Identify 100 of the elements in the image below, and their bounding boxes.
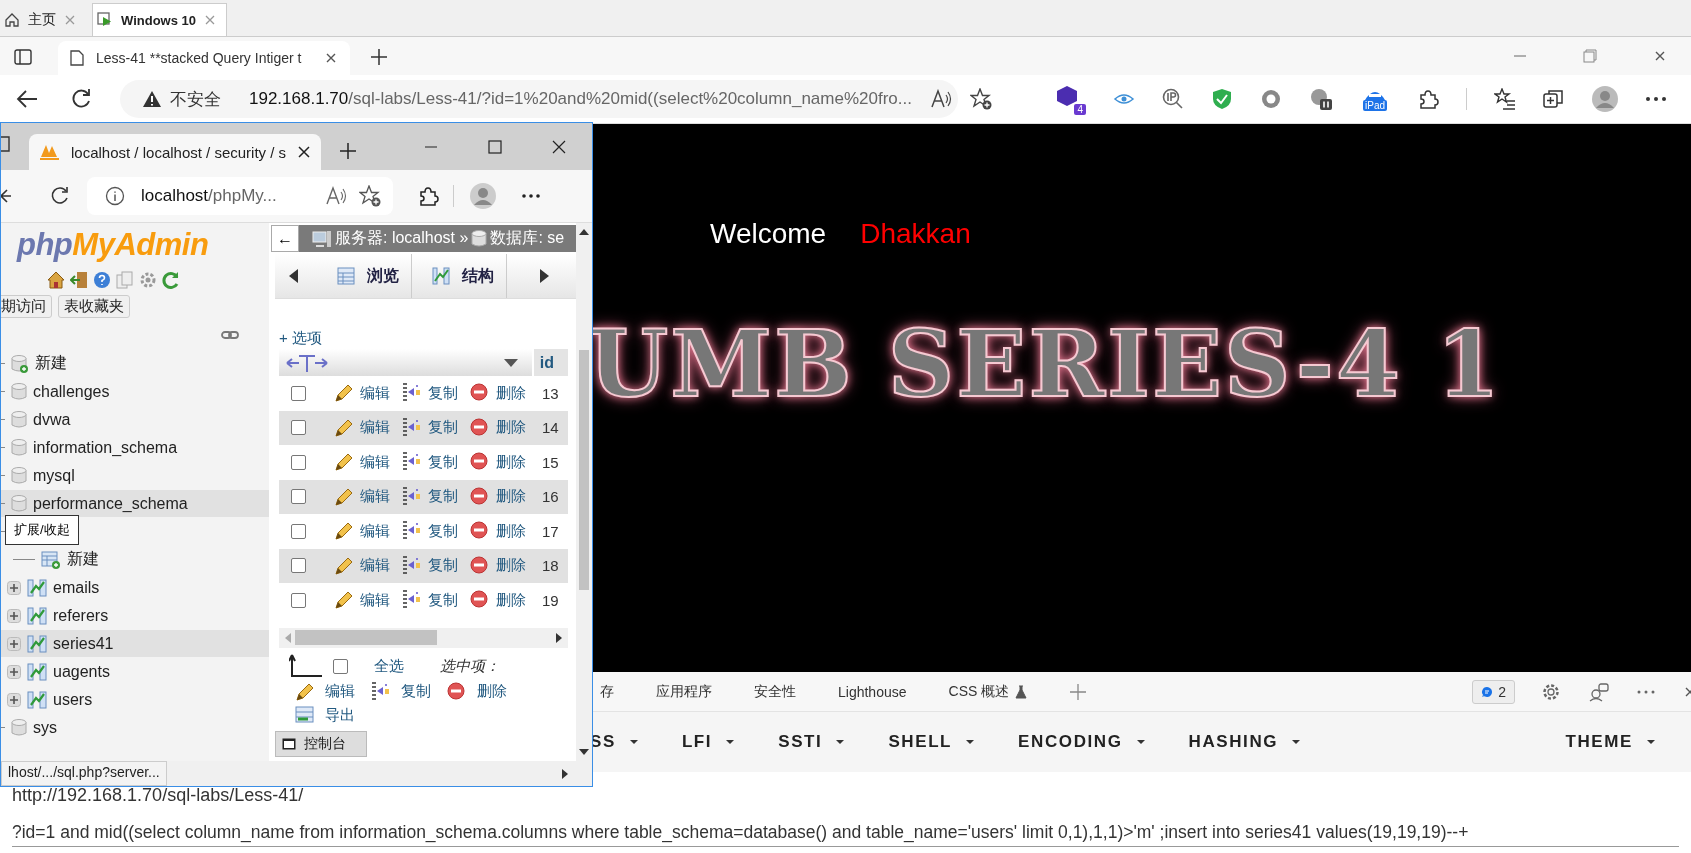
address-field[interactable]: localhost/phpMy... <box>87 177 393 215</box>
refresh-icon[interactable] <box>70 88 92 110</box>
export-link[interactable]: 导出 <box>325 705 355 725</box>
copy-link[interactable]: 复制 <box>428 590 458 610</box>
tree-item[interactable]: users <box>53 690 93 709</box>
puzzle-icon[interactable] <box>417 185 439 207</box>
favorites-icon[interactable] <box>1494 88 1516 110</box>
copy-link[interactable]: 复制 <box>428 487 458 507</box>
edit-icon[interactable] <box>334 383 354 404</box>
sort-caret-icon[interactable] <box>503 358 518 367</box>
column-header[interactable]: id <box>531 349 568 376</box>
edit-link[interactable]: 编辑 <box>360 556 390 576</box>
edit-icon[interactable] <box>334 417 354 438</box>
row-checkbox[interactable] <box>291 523 306 539</box>
column-resize-icon[interactable] <box>285 352 329 373</box>
extension-icon[interactable]: 4 <box>1054 83 1086 115</box>
devtools-tab[interactable]: CSS 概述 <box>948 682 1028 701</box>
edit-link[interactable]: 编辑 <box>360 590 390 610</box>
copy-link[interactable]: 复制 <box>428 383 458 403</box>
row-checkbox[interactable] <box>291 385 306 401</box>
hackbar-menu[interactable]: ENCODING <box>1018 732 1145 752</box>
tree-row-highlight[interactable]: series41 <box>1 630 269 657</box>
delete-icon[interactable] <box>470 417 490 438</box>
logout-icon[interactable] <box>70 271 88 289</box>
close-icon[interactable] <box>324 51 338 65</box>
paused-extension-icon[interactable] <box>1309 87 1333 111</box>
export-icon[interactable] <box>295 706 315 724</box>
home-icon[interactable] <box>47 271 65 289</box>
maximize-icon[interactable] <box>488 140 502 154</box>
devtools-tab[interactable]: 应用程序 <box>656 682 712 701</box>
back-icon[interactable] <box>1 187 11 205</box>
tree-item[interactable]: uagents <box>53 662 110 681</box>
feedback-icon[interactable] <box>1589 681 1609 702</box>
delete-icon[interactable] <box>470 555 490 576</box>
delete-link[interactable]: 删除 <box>496 521 526 541</box>
tree-item[interactable]: performance_schema <box>33 494 188 513</box>
collections-icon[interactable] <box>1543 88 1565 110</box>
theme-menu[interactable]: THEME <box>1565 732 1655 752</box>
expand-icon[interactable] <box>7 608 21 623</box>
copy-link[interactable]: 复制 <box>401 682 431 701</box>
puzzle-icon[interactable] <box>1417 88 1439 110</box>
back-icon[interactable] <box>16 89 38 109</box>
more-icon[interactable] <box>1645 96 1667 102</box>
read-aloud-icon[interactable] <box>929 89 952 109</box>
issues-button[interactable]: 2 <box>1472 679 1515 704</box>
delete-icon[interactable] <box>470 590 490 611</box>
more-icon[interactable] <box>522 194 540 198</box>
tree-item[interactable]: referers <box>53 606 109 625</box>
browser-tab[interactable]: localhost / localhost / security / s <box>29 134 321 170</box>
delete-icon[interactable] <box>470 521 490 542</box>
delete-icon[interactable] <box>470 383 490 404</box>
hackbar-menu[interactable]: HASHING <box>1188 732 1301 752</box>
delete-link[interactable]: 删除 <box>496 452 526 472</box>
link-icon[interactable] <box>221 330 239 340</box>
tree-item[interactable]: series41 <box>53 634 114 653</box>
select-all-checkbox[interactable] <box>333 659 348 674</box>
edit-link[interactable]: 编辑 <box>360 418 390 438</box>
edit-link[interactable]: 编辑 <box>325 682 355 701</box>
expand-icon[interactable] <box>7 664 21 679</box>
delete-icon[interactable] <box>470 452 490 473</box>
sidebar-icon[interactable] <box>14 49 32 65</box>
select-all-link[interactable]: 全选 <box>374 657 404 676</box>
delete-link[interactable]: 删除 <box>477 682 507 701</box>
delete-link[interactable]: 删除 <box>496 418 526 438</box>
copy-icon[interactable] <box>371 681 391 702</box>
vm-tab[interactable]: 主页 <box>0 4 86 36</box>
edit-link[interactable]: 编辑 <box>360 521 390 541</box>
edit-icon[interactable] <box>334 521 354 542</box>
edit-icon[interactable] <box>295 681 315 702</box>
edit-icon[interactable] <box>334 590 354 611</box>
edit-link[interactable]: 编辑 <box>360 487 390 507</box>
tree-item[interactable]: information_schema <box>33 438 178 457</box>
edit-icon[interactable] <box>334 486 354 507</box>
tree-item[interactable]: sys <box>33 718 57 737</box>
row-checkbox[interactable] <box>291 454 306 470</box>
menu-tab[interactable]: 结构 <box>412 254 507 298</box>
tree-item[interactable]: emails <box>53 578 100 597</box>
copy-icon[interactable] <box>402 555 422 576</box>
close-icon[interactable] <box>1653 49 1667 63</box>
scroll-right-icon[interactable] <box>539 269 549 283</box>
tree-item[interactable]: 新建 <box>67 549 99 570</box>
new-tab-icon[interactable] <box>370 48 388 66</box>
edit-link[interactable]: 编辑 <box>360 452 390 472</box>
delete-icon[interactable] <box>470 486 490 507</box>
read-aloud-icon[interactable] <box>325 186 347 206</box>
close-icon[interactable] <box>297 145 311 159</box>
copy-icon[interactable] <box>402 417 422 438</box>
scrollbar-thumb[interactable] <box>295 630 437 645</box>
scroll-left-icon[interactable] <box>289 269 299 283</box>
delete-link[interactable]: 删除 <box>496 556 526 576</box>
edit-icon[interactable] <box>334 452 354 473</box>
tree-item[interactable]: 新建 <box>35 353 67 374</box>
copy-icon[interactable] <box>402 521 422 542</box>
copy-icon[interactable] <box>402 486 422 507</box>
shield-icon[interactable] <box>1211 88 1233 110</box>
ip-search-icon[interactable] <box>1162 88 1184 110</box>
row-checkbox[interactable] <box>291 420 306 436</box>
row-checkbox[interactable] <box>291 558 306 574</box>
settings-icon[interactable] <box>1541 681 1561 702</box>
horizontal-scrollbar[interactable] <box>279 627 568 648</box>
